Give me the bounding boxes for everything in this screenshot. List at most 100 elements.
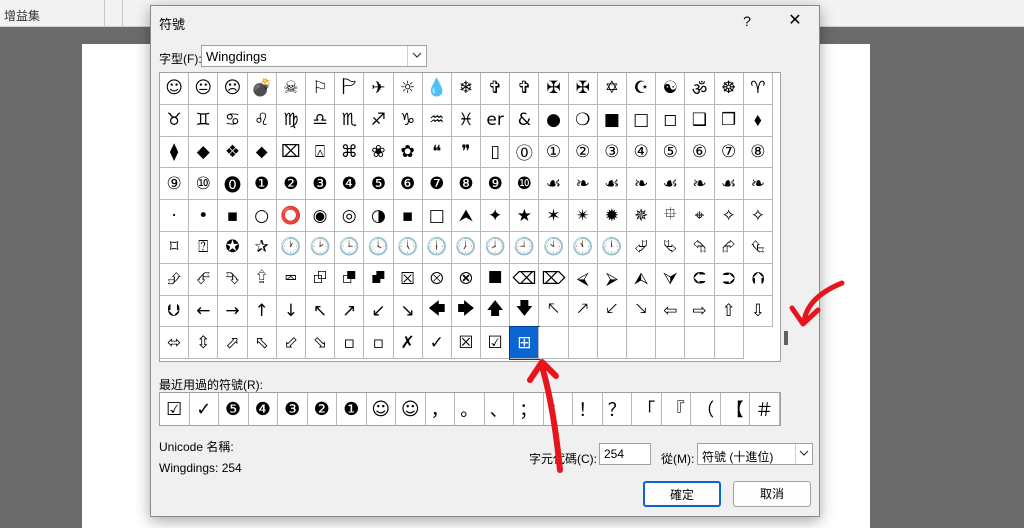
symbol-cell[interactable]: ↗ [335, 295, 365, 328]
symbol-cell[interactable]: ⬃ [276, 327, 306, 360]
symbol-cell[interactable]: ❒ [714, 104, 744, 137]
symbol-cell[interactable]: ⮛ [656, 263, 686, 296]
symbol-cell[interactable]: 🡄 [422, 295, 452, 328]
symbol-cell[interactable]: ⌑ [160, 231, 190, 264]
recent-symbol-cell[interactable]: 、 [485, 393, 514, 425]
symbol-cell[interactable]: ♍ [276, 104, 306, 137]
symbol-cell[interactable]: ⇩ [743, 295, 773, 328]
recent-symbol-cell[interactable]: ＃ [750, 393, 780, 425]
symbol-cell[interactable]: ❍ [568, 104, 598, 137]
symbol-cell[interactable]: ✞ [510, 73, 540, 105]
symbol-cell[interactable]: ⓪ [510, 136, 540, 169]
symbol-cell[interactable]: ⮰ [627, 231, 657, 264]
symbol-cell[interactable]: ❑ [685, 104, 715, 137]
symbol-cell[interactable]: ⮽ [393, 263, 423, 296]
symbol-cell[interactable]: ⯐ [656, 200, 686, 232]
symbol-cell[interactable]: ☼ [393, 73, 423, 105]
symbol-cell[interactable]: ⍰ [189, 231, 219, 264]
symbol-cell[interactable]: 🡆 [451, 295, 482, 328]
symbol-cell[interactable]: ▫ [364, 327, 394, 360]
symbol-cell[interactable]: 🡖 [627, 295, 657, 328]
symbol-cell[interactable]: ☙ [714, 168, 744, 201]
symbol-cell[interactable]: ▪ [218, 200, 248, 232]
symbol-cell[interactable]: ✞ [481, 73, 511, 105]
symbol-cell[interactable]: ⮚ [597, 263, 627, 296]
symbol-cell[interactable]: ✧ [714, 200, 744, 232]
symbol-cell[interactable]: ↓ [276, 295, 306, 328]
symbol-cell[interactable]: ♒ [422, 104, 452, 137]
symbol-cell[interactable]: ⯀ [481, 263, 511, 296]
symbol-cell[interactable]: ❶ [247, 168, 277, 201]
recent-symbol-cell[interactable]: ✓ [190, 393, 219, 425]
symbol-cell[interactable]: · [160, 200, 190, 232]
symbol-cell[interactable]: ♈ [743, 73, 773, 105]
symbol-cell[interactable]: ☸ [714, 73, 744, 105]
symbol-cell[interactable]: 🕚 [568, 231, 598, 264]
symbol-cell[interactable]: ❽ [451, 168, 482, 201]
symbol-cell[interactable] [714, 327, 744, 360]
symbol-cell[interactable]: 🕑 [305, 231, 336, 264]
symbol-cell[interactable]: ☠ [276, 73, 306, 105]
symbol-cell[interactable]: ⮿ [451, 263, 482, 296]
symbol-cell[interactable]: 🕐 [276, 231, 306, 264]
symbol-cell[interactable]: ◻ [656, 104, 686, 137]
symbol-cell[interactable]: ① [539, 136, 569, 169]
symbol-cell[interactable]: ❖ [218, 136, 248, 169]
symbol-cell[interactable]: ▯ [481, 136, 511, 169]
symbol-cell[interactable]: 💧 [422, 73, 452, 105]
symbol-cell[interactable]: ⮵ [160, 263, 190, 296]
symbol-cell[interactable]: ⌘ [335, 136, 365, 169]
symbol-cell[interactable]: ❧ [743, 168, 773, 201]
recent-symbol-cell[interactable]: 『 [662, 393, 691, 425]
symbol-cell[interactable]: ⧫ [160, 136, 190, 169]
symbol-cell[interactable]: ✓ [422, 327, 452, 360]
symbol-cell[interactable]: ♊ [189, 104, 219, 137]
symbol-cell[interactable]: ⮼ [364, 263, 394, 296]
symbol-cell[interactable]: ❹ [335, 168, 365, 201]
symbol-cell[interactable]: ⮈ [685, 263, 715, 296]
symbol-cell[interactable]: ♋ [218, 104, 248, 137]
char-code-input[interactable]: 254 [599, 443, 651, 465]
symbol-cell[interactable]: ❺ [364, 168, 394, 201]
symbol-cell[interactable]: ✪ [218, 231, 248, 264]
symbol-cell[interactable]: ⮘ [568, 263, 598, 296]
symbol-cell[interactable]: 🡅 [481, 295, 511, 328]
symbol-cell[interactable]: ⑤ [656, 136, 686, 169]
symbol-cell[interactable]: ❿ [510, 168, 540, 201]
symbol-cell[interactable]: □ [627, 104, 657, 137]
symbol-cell[interactable]: ☒ [451, 327, 482, 360]
symbol-cell[interactable]: ⬂ [305, 327, 336, 360]
ok-button[interactable]: 確定 [643, 481, 721, 507]
symbol-cell[interactable]: ❻ [393, 168, 423, 201]
symbol-grid-scrollbar[interactable] [782, 73, 790, 363]
symbol-cell[interactable]: er [481, 104, 511, 137]
symbol-cell[interactable]: ♐ [364, 104, 394, 137]
symbol-cell[interactable]: ⬁ [247, 327, 277, 360]
symbol-cell[interactable]: ↑ [247, 295, 277, 328]
symbol-cell[interactable] [539, 327, 569, 360]
symbol-cell[interactable]: ③ [597, 136, 627, 169]
symbol-cell[interactable]: ⌫ [510, 263, 540, 296]
symbol-cell[interactable]: 🡇 [510, 295, 540, 328]
recent-symbol-cell[interactable]: ❶ [337, 393, 367, 425]
symbol-cell[interactable]: ☺ [160, 73, 190, 105]
symbol-cell[interactable]: ♑ [393, 104, 423, 137]
symbol-cell[interactable]: 🡔 [539, 295, 569, 328]
recent-symbol-cell[interactable]: ❺ [219, 393, 249, 425]
symbol-cell[interactable]: ☹ [218, 73, 248, 105]
symbol-cell[interactable]: ✶ [539, 200, 569, 232]
symbol-cell[interactable]: ☯ [656, 73, 686, 105]
symbol-cell[interactable]: ○ [247, 200, 277, 232]
symbol-cell[interactable]: ⑩ [189, 168, 219, 201]
symbol-cell[interactable]: ✠ [568, 73, 598, 105]
symbol-cell[interactable]: ⬥ [247, 136, 277, 169]
recent-symbol-cell[interactable]: ？ [603, 393, 632, 425]
symbol-cell[interactable]: ❷ [276, 168, 306, 201]
symbol-cell[interactable]: ♓ [451, 104, 482, 137]
symbol-cell[interactable]: ✿ [393, 136, 423, 169]
symbol-cell[interactable]: ❧ [685, 168, 715, 201]
symbol-cell[interactable]: ● [539, 104, 569, 137]
symbol-cell[interactable]: ⌧ [276, 136, 306, 169]
symbol-cell[interactable]: ⮳ [714, 231, 744, 264]
recent-symbol-cell[interactable]: ☺ [367, 393, 396, 425]
